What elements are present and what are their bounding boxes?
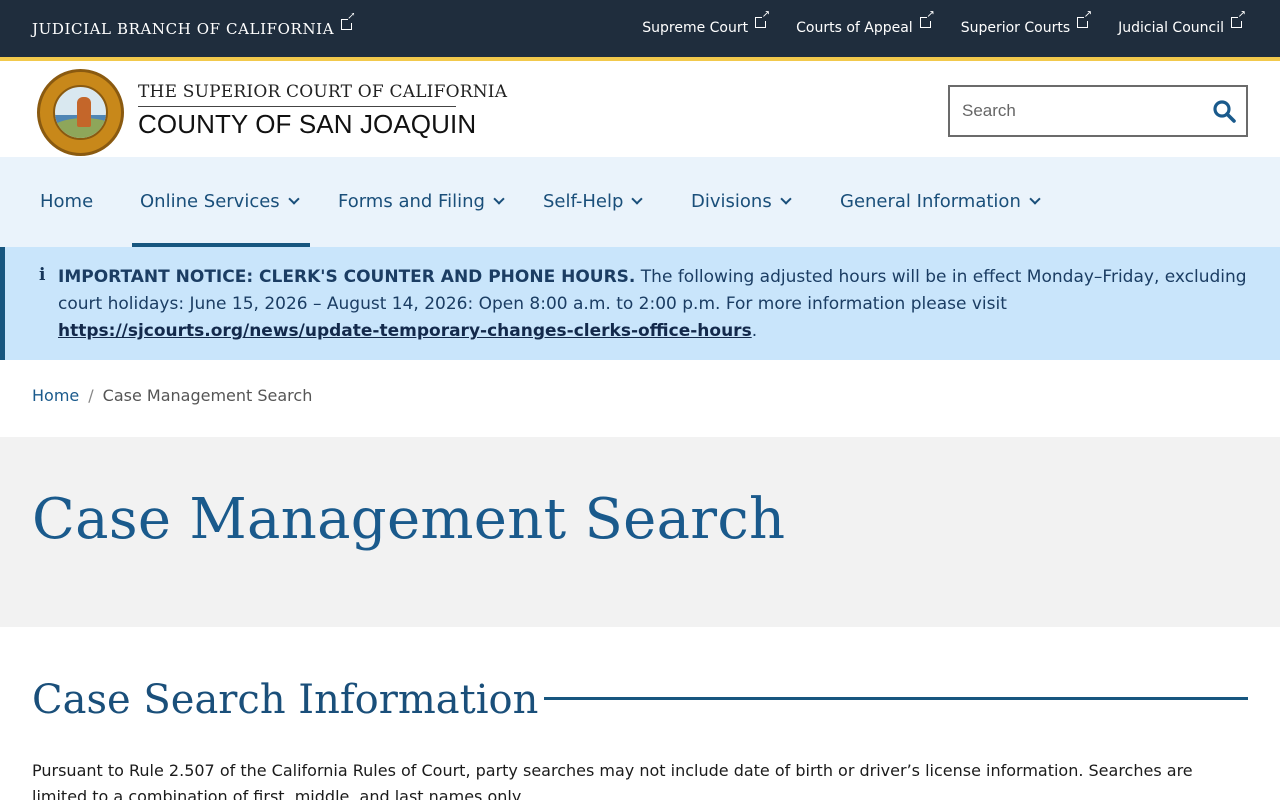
main-nav: Home Online Services Forms and Filing Se… <box>0 157 1280 247</box>
nav-online-services-label: Online Services <box>140 191 280 212</box>
breadcrumb-home-link[interactable]: Home <box>32 386 79 405</box>
search-box <box>948 85 1248 137</box>
notice-message: IMPORTANT NOTICE: CLERK'S COUNTER AND PH… <box>58 264 1258 345</box>
judicial-branch-link[interactable]: JUDICIAL BRANCH OF CALIFORNIA <box>32 12 356 38</box>
chevron-down-icon <box>288 193 300 205</box>
chevron-down-icon <box>631 193 644 205</box>
courts-of-appeal-link[interactable]: Courts of Appeal <box>796 10 935 36</box>
search-icon[interactable] <box>1212 99 1236 123</box>
seal-figure <box>77 97 91 127</box>
search-input[interactable] <box>950 87 1200 135</box>
chevron-down-icon <box>1029 193 1041 205</box>
courts-of-appeal-label: Courts of Appeal <box>796 20 913 36</box>
top-links: Supreme Court Courts of Appeal Superior … <box>642 10 1246 36</box>
external-link-icon <box>755 10 770 28</box>
chevron-down-icon <box>493 193 505 205</box>
court-name-divider <box>138 106 456 107</box>
external-link-icon <box>1231 10 1246 28</box>
nav-general-information[interactable]: General Information <box>840 157 1041 247</box>
breadcrumb-separator: / <box>88 386 94 405</box>
nav-online-services[interactable]: Online Services <box>132 157 310 247</box>
breadcrumb-current: Case Management Search <box>102 386 313 405</box>
nav-forms-label: Forms and Filing <box>338 191 485 212</box>
supreme-court-link[interactable]: Supreme Court <box>642 10 770 36</box>
nav-general-information-label: General Information <box>840 191 1021 212</box>
supreme-court-label: Supreme Court <box>642 20 749 36</box>
notice-banner: i IMPORTANT NOTICE: CLERK'S COUNTER AND … <box>0 247 1280 360</box>
judicial-council-link[interactable]: Judicial Council <box>1118 10 1246 36</box>
court-name-line1: THE SUPERIOR COURT OF CALIFORNIA <box>138 82 508 102</box>
section-body-text: Pursuant to Rule 2.507 of the California… <box>32 761 1193 800</box>
chevron-down-icon <box>780 193 792 205</box>
top-utility-bar: JUDICIAL BRANCH OF CALIFORNIA Supreme Co… <box>0 0 1280 61</box>
notice-heading: IMPORTANT NOTICE: CLERK'S COUNTER AND PH… <box>58 267 636 287</box>
section-divider <box>544 697 1248 700</box>
notice-link[interactable]: https://sjcourts.org/news/update-tempora… <box>58 321 752 341</box>
nav-divisions[interactable]: Divisions <box>691 157 792 247</box>
nav-self-help[interactable]: Self-Help <box>543 157 644 247</box>
notice-tail: . <box>751 321 758 341</box>
court-seal-logo[interactable] <box>37 69 124 156</box>
nav-divisions-label: Divisions <box>691 191 772 212</box>
site-header: THE SUPERIOR COURT OF CALIFORNIA COUNTY … <box>0 65 1280 157</box>
nav-home[interactable]: Home <box>40 157 93 247</box>
superior-courts-label: Superior Courts <box>960 20 1071 36</box>
superior-courts-link[interactable]: Superior Courts <box>960 10 1092 36</box>
external-link-icon <box>341 12 356 30</box>
breadcrumb: Home / Case Management Search <box>32 386 312 405</box>
page-title: Case Management Search <box>32 487 786 552</box>
external-link-icon <box>919 10 935 28</box>
nav-self-help-label: Self-Help <box>543 191 624 212</box>
court-name-line2: COUNTY OF SAN JOAQUIN <box>138 109 477 139</box>
nav-forms-and-filing[interactable]: Forms and Filing <box>338 157 505 247</box>
nav-home-label: Home <box>40 191 94 212</box>
external-link-icon <box>1077 10 1092 28</box>
judicial-council-label: Judicial Council <box>1118 20 1224 36</box>
section-title: Case Search Information <box>32 677 539 723</box>
judicial-branch-label: JUDICIAL BRANCH OF CALIFORNIA <box>32 20 335 38</box>
page-hero: Case Management Search <box>0 437 1280 627</box>
info-icon: i <box>39 265 46 285</box>
seal-emblem <box>53 85 108 140</box>
